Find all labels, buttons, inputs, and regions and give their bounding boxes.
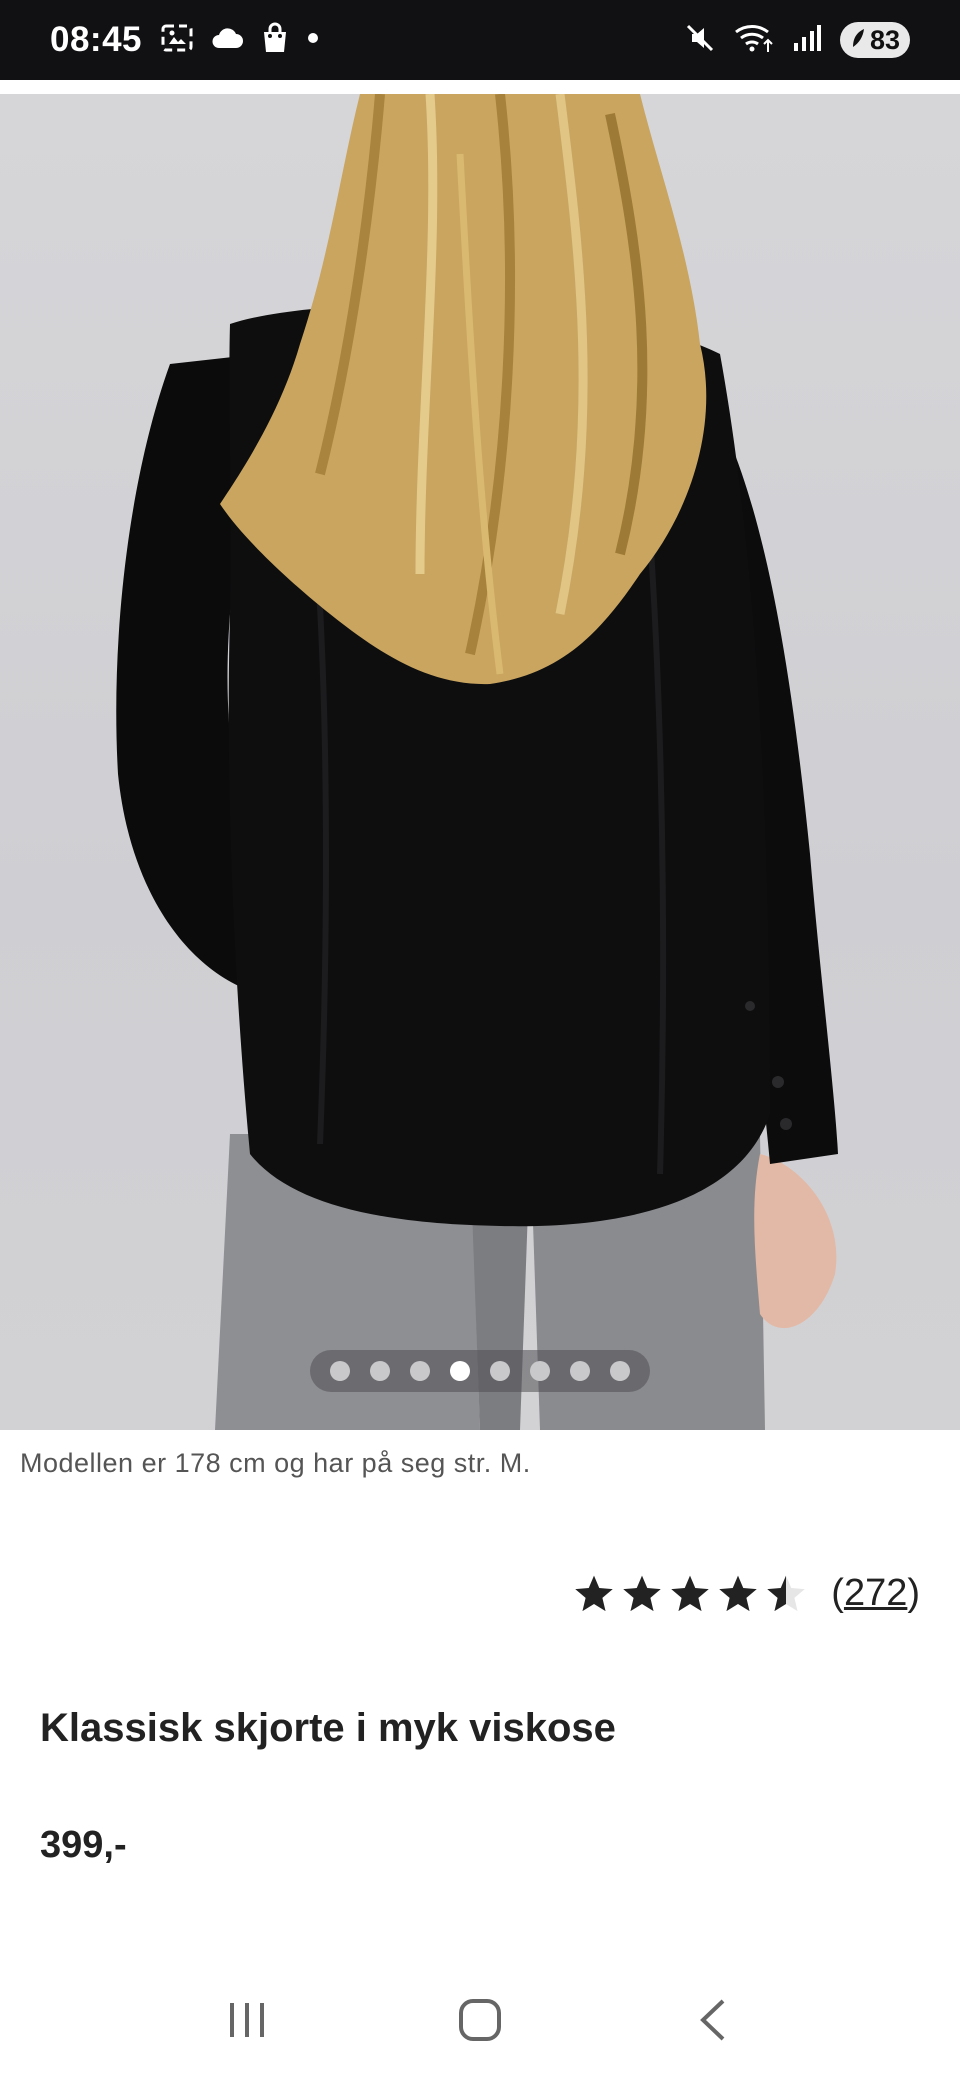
star-full-icon bbox=[575, 1575, 614, 1611]
mute-icon bbox=[684, 22, 716, 59]
carousel-dot-6[interactable] bbox=[530, 1361, 550, 1381]
top-divider bbox=[0, 80, 960, 94]
status-time: 08:45 bbox=[50, 20, 143, 59]
wifi-icon bbox=[734, 22, 774, 59]
product-title: Klassisk skjorte i myk viskose bbox=[40, 1706, 616, 1750]
product-price: 399,- bbox=[40, 1824, 127, 1866]
back-icon[interactable] bbox=[673, 1980, 753, 2060]
signal-icon bbox=[792, 23, 822, 58]
home-icon[interactable] bbox=[440, 1980, 520, 2060]
carousel-dot-3[interactable] bbox=[410, 1361, 430, 1381]
review-count-close: ) bbox=[907, 1572, 920, 1614]
star-half-icon bbox=[767, 1575, 806, 1611]
review-count[interactable]: 272 bbox=[844, 1572, 907, 1614]
star-full-icon bbox=[671, 1575, 710, 1611]
cloud-icon bbox=[210, 26, 244, 55]
carousel-dots[interactable] bbox=[310, 1350, 650, 1392]
product-photo bbox=[116, 94, 838, 1430]
status-bar: 08:45 83 bbox=[0, 0, 960, 80]
shopping-bag-icon bbox=[260, 22, 290, 59]
model-caption: Modellen er 178 cm og har på seg str. M. bbox=[20, 1448, 531, 1478]
battery-icon bbox=[850, 25, 866, 56]
carousel-dot-2[interactable] bbox=[370, 1361, 390, 1381]
notification-dot-icon bbox=[306, 31, 320, 50]
star-full-icon bbox=[719, 1575, 758, 1611]
screenshot-icon bbox=[160, 23, 194, 58]
carousel-dot-4-active[interactable] bbox=[450, 1361, 470, 1381]
system-nav-bar bbox=[0, 1960, 960, 2080]
status-left-icons bbox=[160, 22, 320, 59]
carousel-dot-7[interactable] bbox=[570, 1361, 590, 1381]
recent-apps-icon[interactable] bbox=[207, 1980, 287, 2060]
rating-stars bbox=[573, 1573, 807, 1615]
review-count-open: ( bbox=[831, 1572, 844, 1614]
carousel-dot-8[interactable] bbox=[610, 1361, 630, 1381]
star-full-icon bbox=[623, 1575, 662, 1611]
product-image[interactable] bbox=[0, 94, 960, 1430]
battery-indicator: 83 bbox=[839, 22, 910, 58]
review-count-link[interactable]: (272) bbox=[831, 1572, 920, 1615]
product-rating[interactable]: (272) bbox=[573, 1572, 920, 1615]
status-right-icons: 83 bbox=[684, 22, 910, 59]
carousel-dot-1[interactable] bbox=[330, 1361, 350, 1381]
battery-level: 83 bbox=[869, 24, 900, 55]
carousel-dot-5[interactable] bbox=[490, 1361, 510, 1381]
